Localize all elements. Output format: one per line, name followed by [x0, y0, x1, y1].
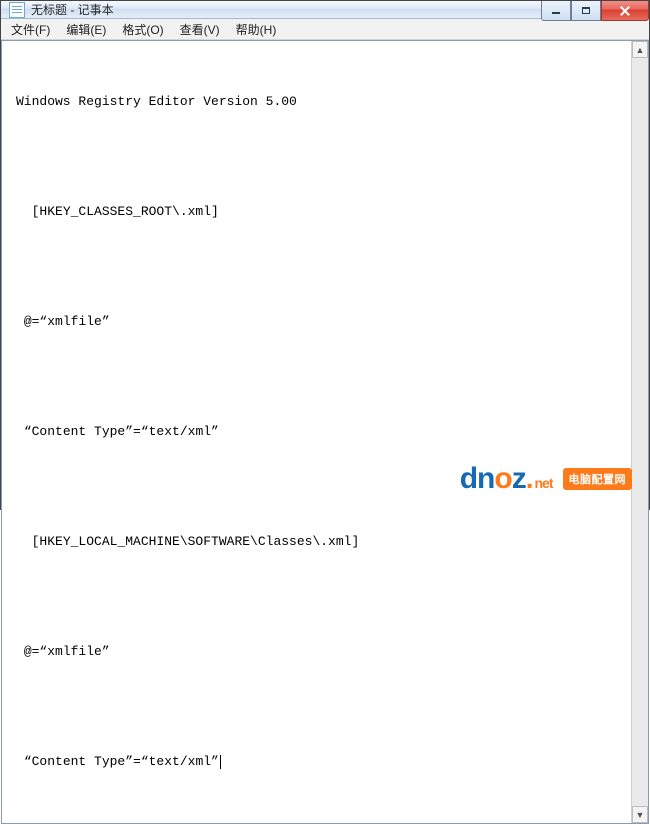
editor-line: “Content Type”=“text/xml”	[16, 421, 621, 443]
menu-help[interactable]: 帮助(H)	[228, 19, 285, 40]
menu-edit[interactable]: 编辑(E)	[58, 19, 114, 40]
editor-line: [HKEY_CLASSES_ROOT\.xml]	[16, 201, 621, 223]
close-button[interactable]	[601, 1, 649, 21]
scroll-up-button[interactable]: ▲	[632, 41, 648, 58]
window-title: 无标题 - 记事本	[31, 1, 114, 18]
notepad-icon	[9, 2, 25, 18]
editor-line: @=“xmlfile”	[16, 311, 621, 333]
title-bar[interactable]: 无标题 - 记事本	[1, 1, 649, 19]
scroll-down-button[interactable]: ▼	[632, 806, 648, 823]
menu-bar: 文件(F) 编辑(E) 格式(O) 查看(V) 帮助(H)	[1, 19, 649, 40]
editor-line: [HKEY_LOCAL_MACHINE\SOFTWARE\Classes\.xm…	[16, 531, 621, 553]
maximize-icon	[582, 7, 590, 14]
minimize-icon	[552, 12, 560, 14]
editor-area: Windows Registry Editor Version 5.00 [HK…	[1, 40, 649, 824]
vertical-scrollbar[interactable]: ▲ ▼	[631, 41, 648, 823]
close-icon	[619, 6, 631, 16]
minimize-button[interactable]	[541, 1, 571, 21]
text-cursor	[220, 755, 221, 769]
editor-line: “Content Type”=“text/xml”	[16, 751, 621, 773]
notepad-window: 无标题 - 记事本 文件(F) 编辑(E) 格式(O) 查看(V) 帮助(H) …	[1, 1, 649, 509]
editor-line: Windows Registry Editor Version 5.00	[16, 91, 621, 113]
window-controls	[541, 1, 649, 21]
editor-line: @=“xmlfile”	[16, 641, 621, 663]
menu-view[interactable]: 查看(V)	[172, 19, 228, 40]
menu-file[interactable]: 文件(F)	[3, 19, 58, 40]
maximize-button[interactable]	[571, 1, 601, 21]
text-editor[interactable]: Windows Registry Editor Version 5.00 [HK…	[2, 41, 631, 823]
menu-format[interactable]: 格式(O)	[114, 19, 171, 40]
